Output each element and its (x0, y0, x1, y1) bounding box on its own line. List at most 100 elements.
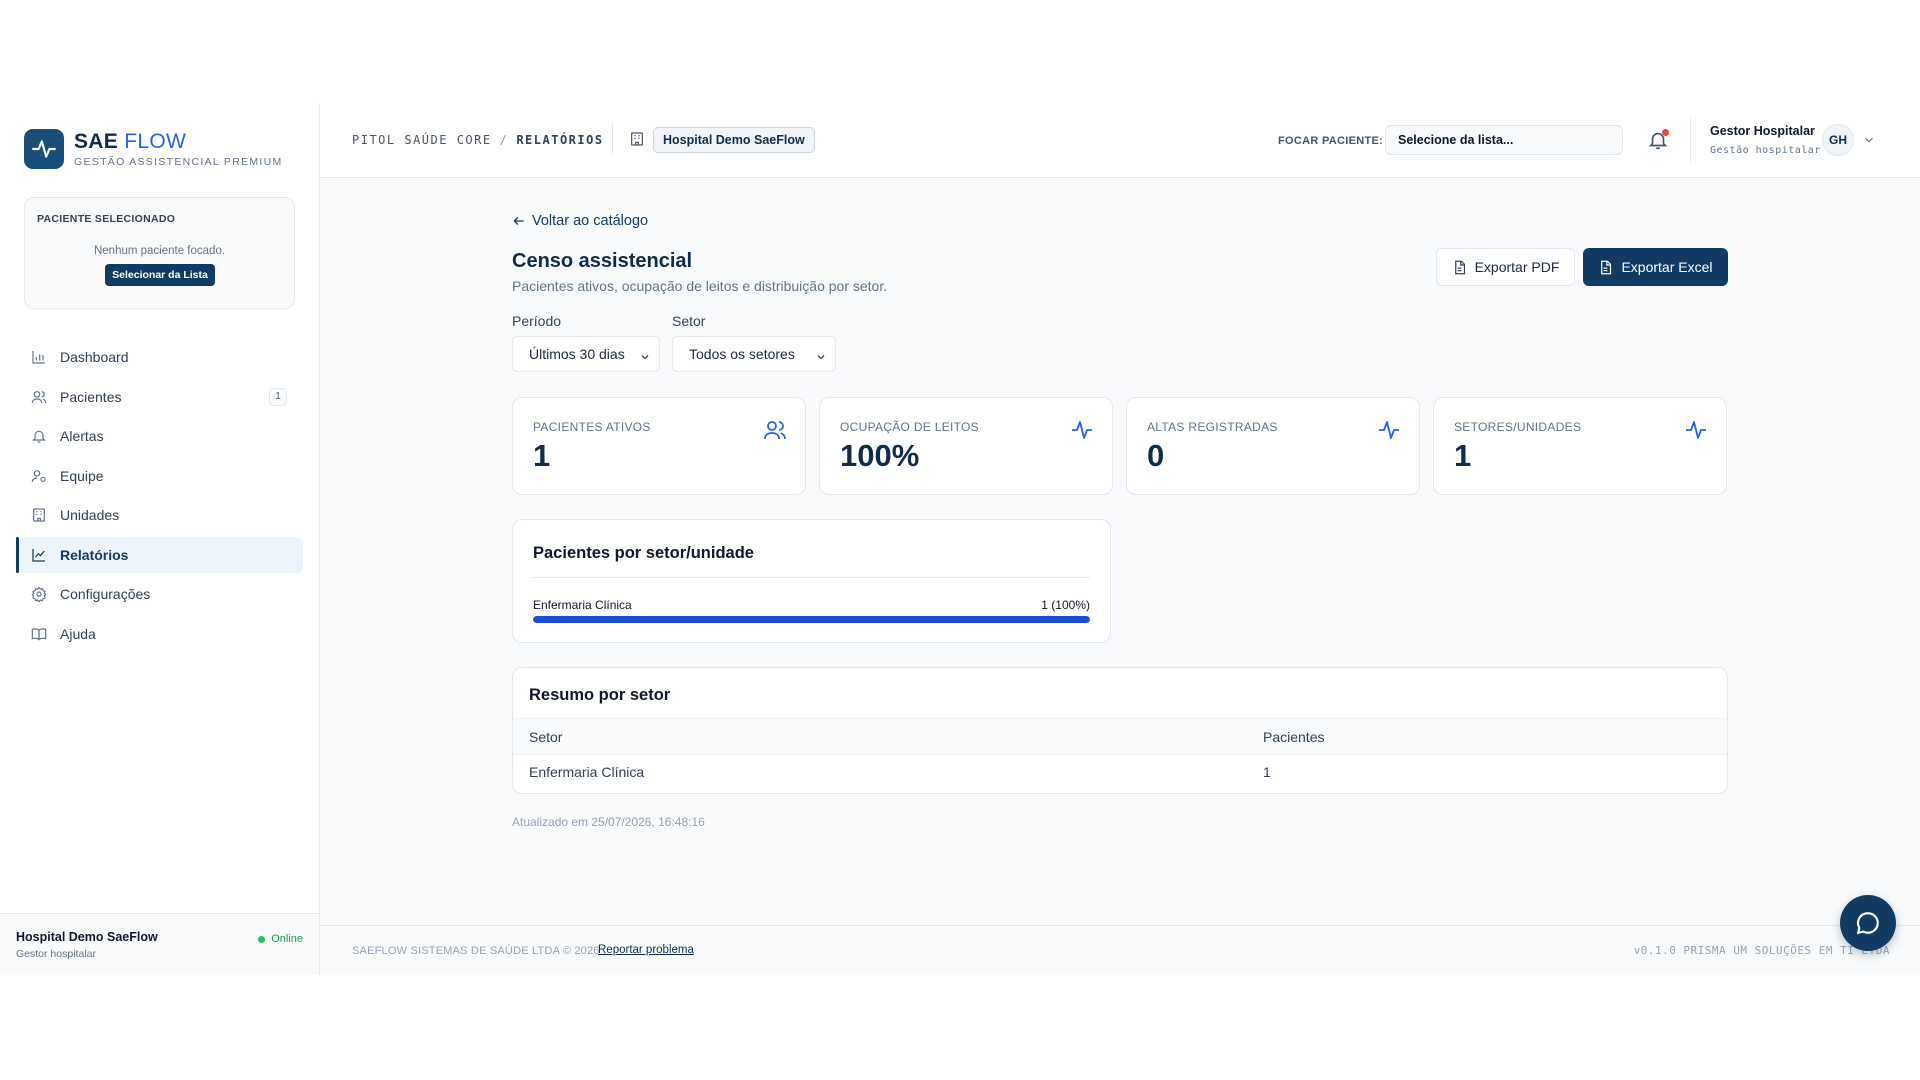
file-icon (1454, 260, 1465, 274)
chevron-down-icon (639, 350, 651, 366)
kpi-label: OCUPAÇÃO DE LEITOS (840, 420, 979, 434)
sidebar-item-ajuda[interactable]: Ajuda (16, 616, 303, 652)
kpi-value: 1 (1454, 438, 1472, 473)
chat-bubble-icon (1856, 912, 1879, 935)
page-footer: SAEFLOW SISTEMAS DE SAÚDE LTDA © 2026 Re… (320, 925, 1920, 975)
sidebar: SAE FLOW GESTÃO ASSISTENCIAL PREMIUM PAC… (0, 103, 320, 975)
activity-icon (1070, 418, 1094, 447)
sidebar-item-equipe[interactable]: Equipe (16, 458, 303, 494)
page-subtitle: Pacientes ativos, ocupação de leitos e d… (512, 278, 888, 294)
sidebar-item-label: Pacientes (60, 388, 122, 405)
bar-chart-icon (30, 348, 48, 366)
sidebar-nav: Dashboard Pacientes 1 Alertas Equipe Uni… (16, 339, 303, 655)
period-select[interactable]: Últimos 30 dias (512, 336, 660, 372)
app-frame: SAE FLOW GESTÃO ASSISTENCIAL PREMIUM PAC… (0, 103, 1920, 975)
user-role: Gestor hospitalar (16, 948, 96, 960)
table-row: Enfermaria Clínica 1 (513, 755, 1727, 792)
gear-icon (30, 585, 48, 603)
divider (533, 577, 1090, 578)
kpi-value: 1 (533, 438, 551, 473)
kpi-label: SETORES/UNIDADES (1454, 420, 1582, 434)
no-patient-text: Nenhum paciente focado. (93, 245, 226, 257)
file-spreadsheet-icon (1601, 260, 1612, 274)
table-cell: Enfermaria Clínica (529, 764, 645, 780)
sidebar-item-dashboard[interactable]: Dashboard (16, 339, 303, 375)
sidebar-item-unidades[interactable]: Unidades (16, 497, 303, 533)
updated-timestamp: Atualizado em 25/07/2026, 16:48:16 (512, 815, 705, 829)
export-excel-button[interactable]: Exportar Excel (1583, 248, 1728, 286)
export-pdf-button[interactable]: Exportar PDF (1436, 248, 1575, 286)
sidebar-item-relatorios[interactable]: Relatórios (16, 536, 303, 573)
kpi-active-patients: PACIENTES ATIVOS 1 (512, 397, 806, 495)
kpi-value: 100% (840, 438, 920, 473)
kpi-label: PACIENTES ATIVOS (533, 420, 651, 434)
kpi-sectors: SETORES/UNIDADES 1 (1433, 397, 1727, 495)
sidebar-item-alertas[interactable]: Alertas (16, 418, 303, 454)
brand-tagline: GESTÃO ASSISTENCIAL PREMIUM (74, 156, 283, 168)
avatar[interactable]: GH (1822, 124, 1854, 156)
card-title: Pacientes por setor/unidade (533, 544, 754, 562)
sector-select[interactable]: Todos os setores (672, 336, 836, 372)
sidebar-item-label: Ajuda (60, 625, 96, 642)
kpi-bed-occupancy: OCUPAÇÃO DE LEITOS 100% (819, 397, 1113, 495)
status-badge: Online (258, 933, 303, 945)
activity-icon (1684, 418, 1708, 447)
selected-patient-title: PACIENTE SELECIONADO (37, 213, 176, 225)
kpi-value: 0 (1147, 438, 1165, 473)
notification-dot (1662, 129, 1669, 136)
copyright: SAEFLOW SISTEMAS DE SAÚDE LTDA © 2026 (352, 945, 600, 957)
progress-track (533, 616, 1090, 623)
patients-count-badge: 1 (269, 387, 287, 406)
summary-by-sector-card: Resumo por setor Setor Pacientes Enferma… (512, 667, 1728, 794)
team-icon (30, 467, 48, 485)
breadcrumb: PITOL SAÚDE CORE / RELATÓRIOS (352, 133, 604, 147)
period-label: Período (512, 313, 562, 329)
patients-by-sector-card: Pacientes por setor/unidade Enfermaria C… (512, 519, 1111, 643)
sidebar-item-label: Equipe (60, 467, 104, 484)
activity-icon (1377, 418, 1401, 447)
building-icon (629, 131, 645, 152)
notifications-button[interactable] (1647, 129, 1671, 153)
brand-name: SAE FLOW (74, 130, 187, 153)
sidebar-item-label: Configurações (60, 586, 151, 602)
sidebar-item-label: Alertas (60, 428, 104, 444)
page-title: Censo assistencial (512, 250, 693, 272)
brand[interactable]: SAE FLOW GESTÃO ASSISTENCIAL PREMIUM (24, 129, 283, 169)
back-to-catalog-link[interactable]: Voltar ao catálogo (512, 213, 648, 229)
hospital-name: Hospital Demo SaeFlow (16, 930, 158, 944)
sidebar-item-pacientes[interactable]: Pacientes 1 (16, 379, 303, 415)
chevron-down-icon[interactable] (1862, 133, 1876, 152)
table-cell: 1 (1263, 764, 1271, 780)
online-dot-icon (258, 935, 266, 943)
select-from-list-button[interactable]: Selecionar da Lista (105, 264, 215, 286)
kpi-discharges: ALTAS REGISTRADAS 0 (1126, 397, 1420, 495)
header-divider (1690, 118, 1691, 162)
line-chart-icon (30, 546, 48, 564)
focus-patient-select[interactable]: Selecione da lista... (1385, 125, 1623, 155)
book-icon (30, 625, 48, 643)
user-name[interactable]: Gestor Hospitalar (1710, 124, 1815, 138)
focus-patient-label: FOCAR PACIENTE: (1278, 135, 1384, 147)
selected-patient-card: PACIENTE SELECIONADO Nenhum paciente foc… (24, 197, 295, 309)
arrow-left-icon (513, 217, 524, 225)
breadcrumb-root[interactable]: PITOL SAÚDE CORE (352, 133, 492, 147)
chevron-down-icon (815, 350, 827, 366)
user-role: Gestão hospitalar (1710, 145, 1821, 156)
progress-fill (533, 616, 1090, 623)
users-icon (30, 388, 48, 406)
sidebar-item-label: Relatórios (60, 546, 129, 563)
sidebar-item-configuracoes[interactable]: Configurações (16, 576, 303, 612)
kpi-label: ALTAS REGISTRADAS (1147, 420, 1278, 434)
card-title: Resumo por setor (529, 686, 671, 704)
sidebar-item-label: Dashboard (60, 349, 129, 365)
bell-icon (30, 427, 48, 445)
sector-count: 1 (100%) (1041, 598, 1090, 612)
breadcrumb-separator: / (499, 133, 509, 147)
report-problem-link[interactable]: Reportar problema (598, 944, 694, 956)
chat-button[interactable] (1840, 895, 1896, 951)
table-header: Setor Pacientes (513, 718, 1727, 755)
top-header: PITOL SAÚDE CORE / RELATÓRIOS Hospital D… (320, 103, 1920, 178)
building-icon (30, 506, 48, 524)
sector-label: Setor (672, 313, 706, 329)
hospital-selector[interactable]: Hospital Demo SaeFlow (653, 127, 815, 153)
